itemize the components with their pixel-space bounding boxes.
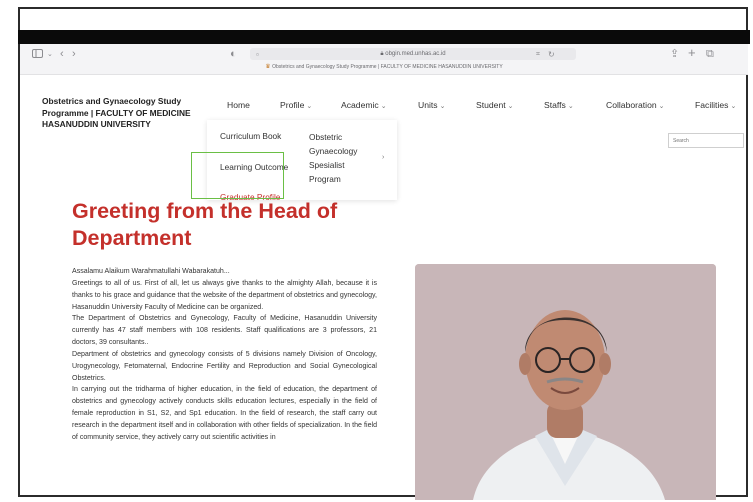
browser-toolbar: ⌄ ‹ › ◐ ▫ 🔒︎ obgin.med.unhas.ac.id ⌗ ↻ ♛…	[20, 44, 748, 75]
selection-highlight	[191, 152, 284, 199]
favicon-icon: ♛	[265, 64, 271, 70]
nav-facilities[interactable]: Facilities ⌄	[695, 100, 736, 110]
nav-home[interactable]: Home	[227, 100, 250, 110]
active-tab[interactable]: ♛ Obstetrics and Gynaecology Study Progr…	[20, 62, 748, 72]
paragraph: In carrying out the tridharma of higher …	[72, 386, 377, 441]
nav-academic[interactable]: Academic ⌄	[341, 100, 387, 110]
chevron-down-icon: ⌄	[306, 103, 313, 110]
tabs-icon[interactable]: ⧉	[706, 48, 714, 60]
chevron-down-icon: ⌄	[507, 103, 514, 110]
paragraph: Assalamu Alaikum Warahmatullahi Wabaraka…	[72, 268, 230, 275]
head-of-department-photo	[415, 264, 716, 500]
paragraph: Greetings to all of us. First of all, le…	[72, 279, 377, 311]
shield-icon[interactable]: ◐	[230, 48, 237, 60]
chevron-down-icon[interactable]: ⌄	[47, 49, 53, 61]
chevron-right-icon: ›	[382, 154, 385, 161]
nav-profile[interactable]: Profile ⌄	[280, 100, 312, 110]
paragraph: The Department of Obstetrics and Gynecol…	[72, 315, 377, 347]
paragraph: Department of obstetrics and gynecology …	[72, 350, 377, 382]
forward-icon[interactable]: ›	[72, 48, 76, 60]
nav-collaboration[interactable]: Collaboration ⌄	[606, 100, 665, 110]
chevron-down-icon: ⌄	[730, 103, 737, 110]
chevron-down-icon: ⌄	[380, 103, 387, 110]
dropdown-item-obstetric-program[interactable]: Obstetric Gynaecology Spesialist Program	[309, 130, 373, 186]
chevron-down-icon: ⌄	[567, 103, 574, 110]
page-heading: Greeting from the Head of Department	[72, 199, 338, 250]
translate-icon[interactable]: ⌗	[536, 49, 540, 61]
chevron-down-icon: ⌄	[658, 103, 665, 110]
new-tab-icon[interactable]: +	[688, 46, 696, 59]
share-icon[interactable]: ⇪	[670, 48, 679, 60]
nav-units[interactable]: Units ⌄	[418, 100, 445, 110]
address-bar[interactable]: ▫ 🔒︎ obgin.med.unhas.ac.id ⌗ ↻	[250, 48, 576, 60]
chevron-down-icon: ⌄	[439, 103, 446, 110]
site-brand[interactable]: Obstetrics and Gynaecology Study Program…	[42, 96, 192, 131]
nav-student[interactable]: Student ⌄	[476, 100, 514, 110]
back-icon[interactable]: ‹	[60, 48, 64, 60]
search-input[interactable]	[668, 133, 744, 148]
black-top-bar	[18, 30, 750, 44]
sidebar-icon[interactable]	[32, 49, 43, 61]
reload-icon[interactable]: ↻	[548, 49, 555, 61]
lock-icon: 🔒︎	[380, 51, 384, 57]
dropdown-item-curriculum-book[interactable]: Curriculum Book	[220, 131, 281, 141]
url-text: obgin.med.unhas.ac.id	[385, 51, 446, 57]
nav-staffs[interactable]: Staffs ⌄	[544, 100, 574, 110]
greeting-body: Assalamu Alaikum Warahmatullahi Wabaraka…	[72, 266, 377, 444]
tab-title: Obstetrics and Gynaecology Study Program…	[272, 64, 503, 70]
